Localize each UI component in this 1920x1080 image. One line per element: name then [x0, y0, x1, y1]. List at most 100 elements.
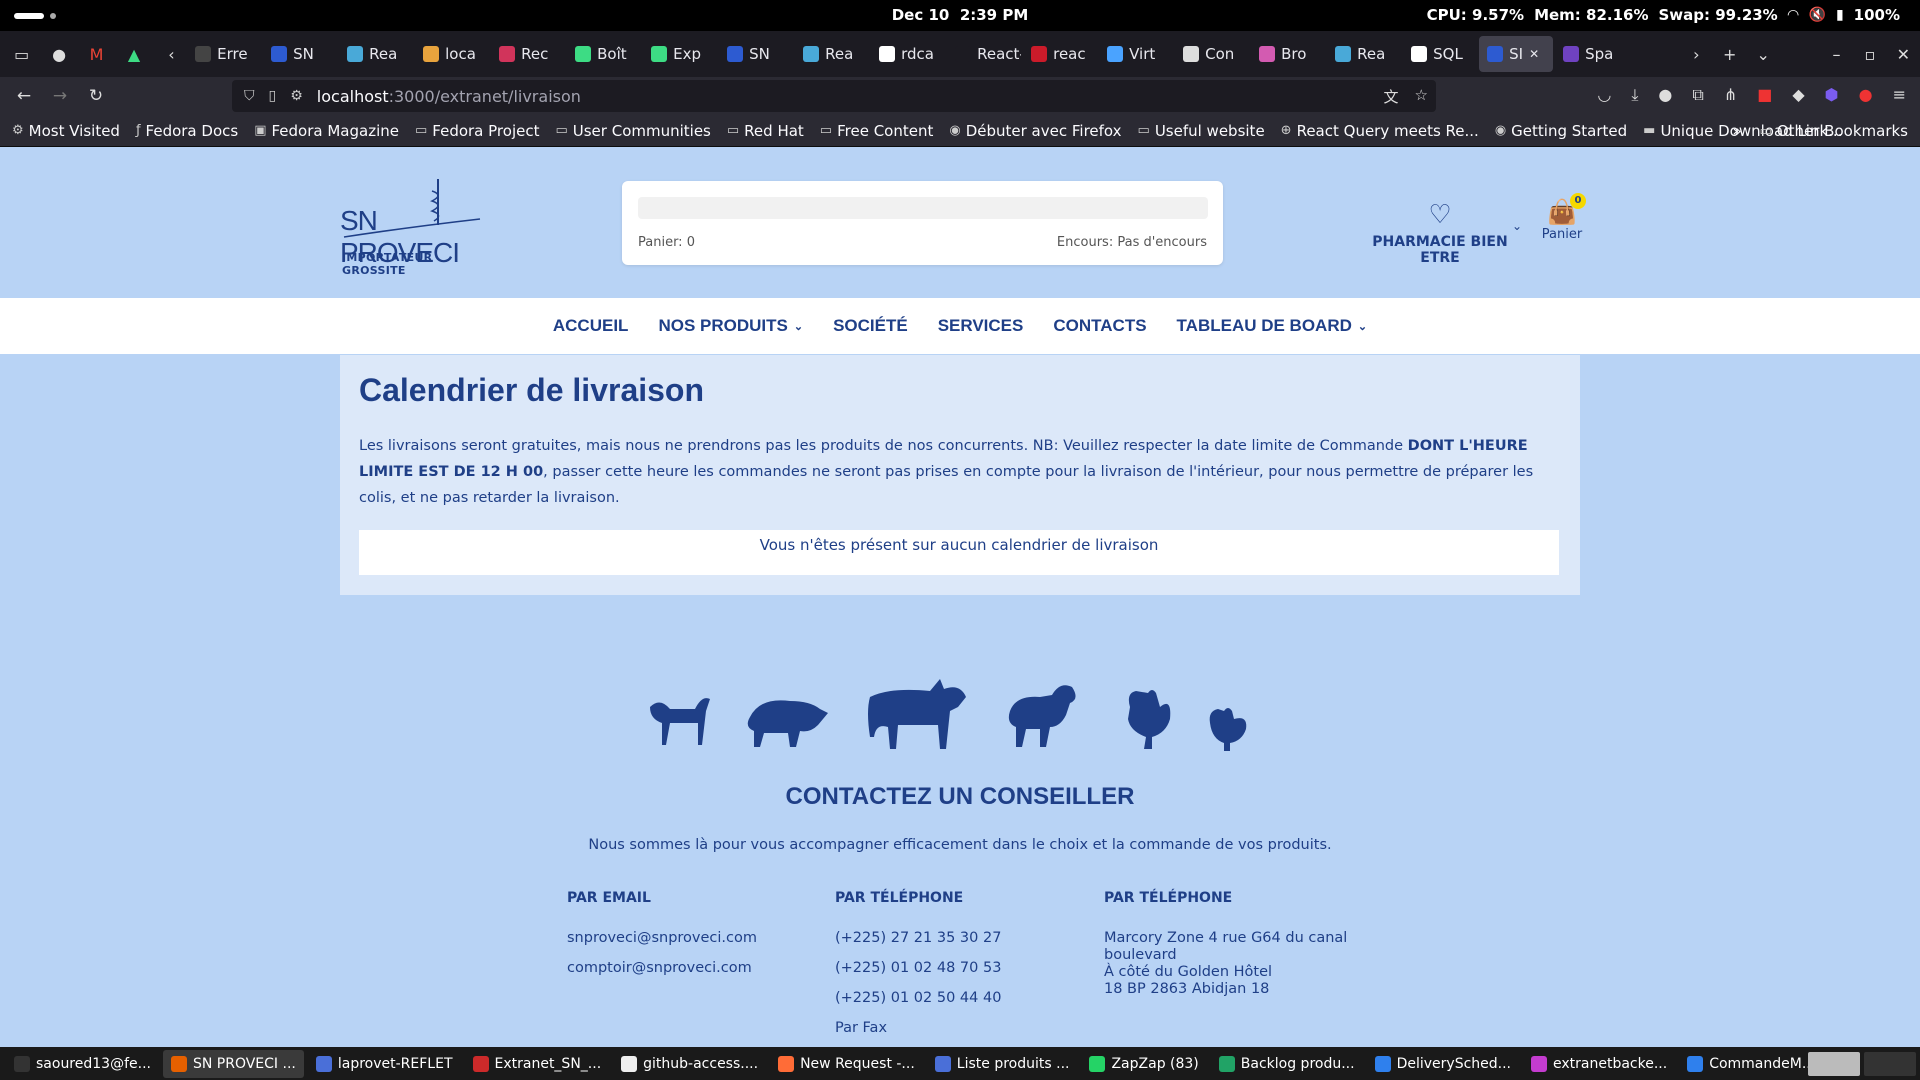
browser-tab[interactable]: Rec — [491, 36, 565, 72]
pocket-icon[interactable]: ◡ — [1597, 85, 1611, 105]
bookmark-item[interactable]: ▣ Fedora Magazine — [254, 122, 399, 140]
menu-item[interactable]: TABLEAU DE BOARD ⌄ — [1177, 316, 1368, 336]
email-link[interactable]: comptoir@snproveci.com — [567, 960, 757, 976]
taskbar-window[interactable]: CommandeM... — [1679, 1050, 1823, 1078]
menu-item[interactable]: SERVICES — [938, 316, 1024, 336]
browser-tab[interactable]: reac — [1023, 36, 1097, 72]
addon-red2-icon[interactable]: ● — [1859, 85, 1873, 105]
browser-tab[interactable]: Virt — [1099, 36, 1173, 72]
hamburger-menu-icon[interactable]: ≡ — [1893, 85, 1906, 105]
bookmark-item[interactable]: ƒ Fedora Docs — [136, 122, 238, 140]
bookmark-item[interactable]: ▭ Red Hat — [727, 122, 804, 140]
other-bookmarks[interactable]: ▭ Other Bookmarks — [1760, 122, 1908, 140]
taskbar-window[interactable]: ZapZap (83) — [1081, 1050, 1206, 1078]
browser-tab[interactable]: Boît — [567, 36, 641, 72]
tab-strip: ▭ ● M ▲ ‹ Erre SN Rea loca Rec Boît Exp SN Rea rd… — [0, 31, 1920, 77]
extensions-icon[interactable]: ⧉ — [1692, 85, 1703, 105]
tab-label: reac — [1053, 45, 1086, 63]
taskbar-window[interactable]: laprovet-REFLET — [308, 1050, 461, 1078]
workspace-1[interactable] — [1808, 1052, 1860, 1076]
browser-tab[interactable]: Rea — [795, 36, 869, 72]
tab-menu-chevron-icon[interactable]: ⌄ — [1746, 45, 1779, 64]
browser-tab[interactable]: SN — [263, 36, 337, 72]
phone-link[interactable]: (+225) 27 21 35 30 27 — [835, 930, 1001, 946]
browser-tab[interactable]: React- — [947, 36, 1021, 72]
browser-tab[interactable]: Rea — [1327, 36, 1401, 72]
bookmark-item[interactable]: ▭ Useful website — [1138, 122, 1265, 140]
menu-item[interactable]: SOCIÉTÉ — [833, 316, 908, 336]
taskbar-window[interactable]: extranetbacke... — [1523, 1050, 1675, 1078]
browser-tab[interactable]: SI ✕ — [1479, 36, 1554, 72]
translate-icon[interactable]: 文 — [1384, 86, 1399, 107]
workspace-2[interactable] — [1864, 1052, 1916, 1076]
addon-purple-icon[interactable]: ⬢ — [1825, 85, 1839, 105]
shield-icon[interactable]: ⛉ — [244, 88, 255, 104]
taskbar-window[interactable]: New Request -... — [770, 1050, 923, 1078]
browser-tab[interactable]: Spa — [1555, 36, 1629, 72]
browser-tab[interactable]: Exp — [643, 36, 717, 72]
tab-list-icon[interactable]: ▭ — [6, 38, 37, 70]
share-icon[interactable]: ⋔ — [1724, 85, 1737, 105]
browser-tab[interactable]: Con — [1175, 36, 1249, 72]
menu-item[interactable]: CONTACTS — [1053, 316, 1146, 336]
phone-link[interactable]: (+225) 01 02 48 70 53 — [835, 960, 1001, 976]
forward-button[interactable]: → — [42, 86, 78, 106]
menu-item[interactable]: ACCUEIL — [553, 316, 629, 336]
more-bookmarks-chevron-icon[interactable]: » — [1732, 122, 1741, 140]
search-placeholder-bar[interactable] — [638, 197, 1208, 219]
gmail-pinned-tab[interactable]: M — [81, 38, 112, 70]
taskbar-window[interactable]: Backlog produ... — [1211, 1050, 1363, 1078]
downloads-icon[interactable]: ⤓ — [1631, 85, 1638, 105]
site-logo[interactable]: SN PROVECI IMPORTATEUR GROSSITE — [340, 177, 486, 277]
addon-red-icon[interactable]: ■ — [1757, 85, 1772, 105]
bookmark-item[interactable]: ▭ Free Content — [820, 122, 934, 140]
new-tab-button[interactable]: + — [1713, 45, 1746, 64]
bookmark-item[interactable]: ▭ Fedora Project — [415, 122, 539, 140]
bookmark-item[interactable]: ◉ Débuter avec Firefox — [949, 122, 1121, 140]
url-bar[interactable]: ⛉ ▯ ⚙ localhost:3000/extranet/livraison … — [232, 80, 1436, 112]
extension-icon[interactable]: ● — [1658, 85, 1672, 105]
tab-label: Bro — [1281, 45, 1307, 63]
tab-label: Exp — [673, 45, 701, 63]
browser-tab[interactable]: SQL — [1403, 36, 1477, 72]
cart-button[interactable]: 👜 0 Panier — [1540, 193, 1586, 242]
taskbar-window[interactable]: SN PROVECI ... — [162, 1049, 304, 1078]
tab-favicon-icon — [347, 46, 364, 62]
browser-tab[interactable]: Rea — [339, 36, 413, 72]
bookmark-item[interactable]: ⊕ React Query meets Re... — [1281, 122, 1479, 140]
menu-item[interactable]: NOS PRODUITS ⌄ — [658, 316, 803, 336]
bookmark-star-icon[interactable]: ☆ — [1415, 86, 1428, 107]
permissions-icon[interactable]: ⚙ — [290, 88, 303, 104]
bookmark-item[interactable]: ▭ User Communities — [555, 122, 710, 140]
browser-tab[interactable]: SN — [719, 36, 793, 72]
account-menu[interactable]: ♡ PHARMACIE BIEN ETRE — [1360, 202, 1520, 266]
android-pinned-tab[interactable]: ▲ — [118, 38, 149, 70]
taskbar-window[interactable]: saoured13@fe... — [6, 1050, 159, 1078]
minimize-button[interactable]: – — [1820, 45, 1853, 64]
page-icon[interactable]: ▯ — [269, 88, 277, 104]
browser-tab[interactable]: rdca — [871, 36, 945, 72]
taskbar-window[interactable]: Liste produits ... — [927, 1050, 1078, 1078]
close-window-button[interactable]: ✕ — [1887, 45, 1920, 64]
maximize-button[interactable]: ▫ — [1853, 45, 1886, 64]
browser-tab[interactable]: Bro — [1251, 36, 1325, 72]
cart-label: Panier — [1541, 227, 1583, 242]
system-stats[interactable]: CPU: 9.57% Mem: 82.16% Swap: 99.23% ◠ 🔇 … — [1427, 6, 1900, 24]
back-button[interactable]: ← — [6, 86, 42, 106]
email-link[interactable]: snproveci@snproveci.com — [567, 930, 757, 946]
browser-tab[interactable]: loca — [415, 36, 489, 72]
taskbar-window[interactable]: Extranet_SN_... — [465, 1050, 610, 1078]
taskbar-window[interactable]: github-access.... — [613, 1050, 766, 1078]
scroll-right-icon[interactable]: › — [1680, 45, 1713, 64]
addon-icon[interactable]: ◆ — [1792, 85, 1804, 105]
close-tab-icon[interactable]: ✕ — [1529, 47, 1539, 61]
bookmark-item[interactable]: ⚙ Most Visited — [12, 122, 120, 140]
bookmark-item[interactable]: ◉ Getting Started — [1495, 122, 1627, 140]
scroll-left-icon[interactable]: ‹ — [156, 38, 187, 70]
browser-tab[interactable]: Erre — [187, 36, 261, 72]
github-pinned-tab[interactable]: ● — [43, 38, 74, 70]
phone-link[interactable]: (+225) 01 02 50 44 40 — [835, 990, 1001, 1006]
chevron-down-icon[interactable]: ⌄ — [1512, 219, 1522, 233]
reload-button[interactable]: ↻ — [78, 86, 114, 106]
taskbar-window[interactable]: DeliverySched... — [1367, 1050, 1519, 1078]
